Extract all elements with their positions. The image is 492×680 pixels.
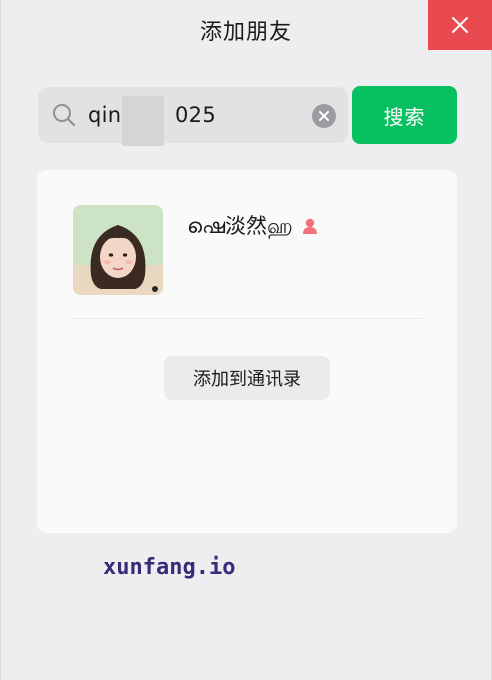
window-left-edge	[0, 0, 1, 680]
search-button[interactable]: 搜索	[352, 86, 457, 144]
nickname: ഷെ淡然ஹ	[187, 210, 319, 241]
close-button[interactable]	[428, 0, 492, 50]
redaction-mask	[122, 96, 164, 146]
avatar-image	[73, 205, 163, 295]
nickname-text: ഷെ淡然ஹ	[187, 214, 293, 238]
search-input[interactable]: qing 025	[38, 87, 348, 146]
add-to-contacts-button[interactable]: 添加到通讯录	[164, 356, 330, 400]
clear-button[interactable]	[312, 104, 336, 128]
close-icon	[452, 17, 468, 33]
search-icon	[53, 104, 75, 126]
female-user-icon	[302, 218, 317, 234]
search-value-suffix: 025	[175, 103, 216, 127]
watermark-text: xunfang.io	[103, 555, 236, 580]
clear-icon	[319, 111, 329, 121]
add-friend-window: 添加朋友 qing 025 搜索 ഷെ淡然ஹ 添加到通讯录 xunfang.io	[0, 0, 492, 680]
window-title: 添加朋友	[199, 20, 292, 45]
divider	[72, 318, 422, 319]
search-result-card: ഷെ淡然ஹ 添加到通讯录	[37, 170, 457, 533]
avatar[interactable]	[73, 205, 163, 295]
